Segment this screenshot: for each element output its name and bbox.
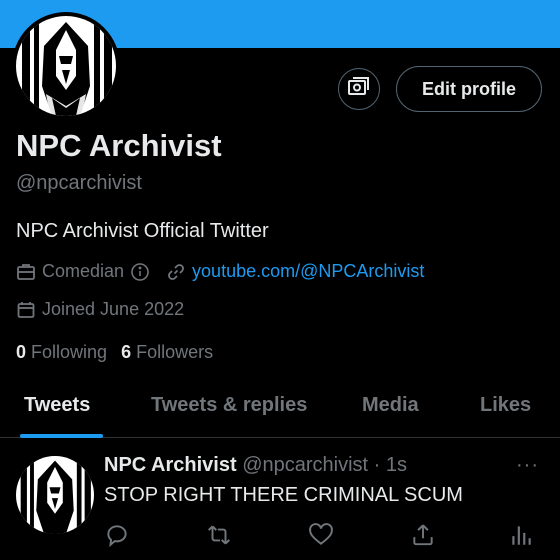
tab-likes[interactable]: Likes: [480, 394, 531, 417]
media-button[interactable]: [338, 68, 380, 110]
share-icon[interactable]: [410, 522, 436, 548]
tab-media[interactable]: Media: [362, 394, 419, 417]
followers-link[interactable]: 6 Followers: [121, 342, 213, 363]
like-icon[interactable]: [308, 522, 334, 548]
tweet-avatar[interactable]: [16, 456, 94, 534]
active-tab-indicator: [20, 434, 103, 438]
avatar-illustration: [16, 16, 116, 116]
retweet-icon[interactable]: [206, 522, 232, 548]
profile-bio: NPC Archivist Official Twitter: [16, 220, 269, 242]
profile-joined: Joined June 2022: [16, 299, 184, 320]
analytics-icon[interactable]: [508, 522, 534, 548]
profile-avatar[interactable]: [12, 12, 120, 120]
profile-link[interactable]: youtube.com/@NPCArchivist: [166, 261, 424, 282]
tweet-time[interactable]: · 1s: [374, 454, 407, 476]
tab-tweets-replies[interactable]: Tweets & replies: [151, 394, 307, 417]
link-icon: [166, 262, 186, 282]
follow-stats: 0 Following 6 Followers: [16, 342, 213, 363]
info-icon[interactable]: [130, 262, 150, 282]
tab-tweets[interactable]: Tweets: [24, 394, 90, 417]
profile-meta-row: Comedian youtube.com/@NPCArchivist: [16, 261, 424, 282]
followers-count: 6: [121, 342, 132, 362]
tweet-author-name[interactable]: NPC Archivist: [104, 454, 237, 476]
display-name: NPC Archivist: [16, 128, 222, 163]
category-label: Comedian: [42, 261, 125, 281]
tweet-header: NPC Archivist @npcarchivist · 1s: [104, 454, 407, 477]
joined-row: Joined June 2022: [16, 299, 184, 320]
avatar-illustration: [16, 456, 94, 534]
media-icon: [347, 75, 371, 104]
edit-profile-button[interactable]: Edit profile: [396, 66, 542, 112]
briefcase-icon: [16, 262, 36, 282]
following-count: 0: [16, 342, 27, 362]
link-url[interactable]: youtube.com/@NPCArchivist: [192, 261, 424, 282]
profile-tabs: Tweets Tweets & replies Media Likes: [0, 384, 560, 438]
following-label: Following: [31, 342, 108, 362]
profile-category: Comedian: [16, 261, 150, 282]
followers-label: Followers: [136, 342, 214, 362]
tweet-text: STOP RIGHT THERE CRIMINAL SCUM: [104, 484, 463, 506]
reply-icon[interactable]: [104, 522, 130, 548]
more-options-icon[interactable]: ···: [516, 454, 539, 477]
joined-date: Joined June 2022: [42, 299, 185, 319]
tweet-author-handle[interactable]: @npcarchivist: [242, 454, 368, 476]
calendar-icon: [16, 300, 36, 320]
profile-handle: @npcarchivist: [16, 172, 142, 194]
following-link[interactable]: 0 Following: [16, 342, 107, 363]
